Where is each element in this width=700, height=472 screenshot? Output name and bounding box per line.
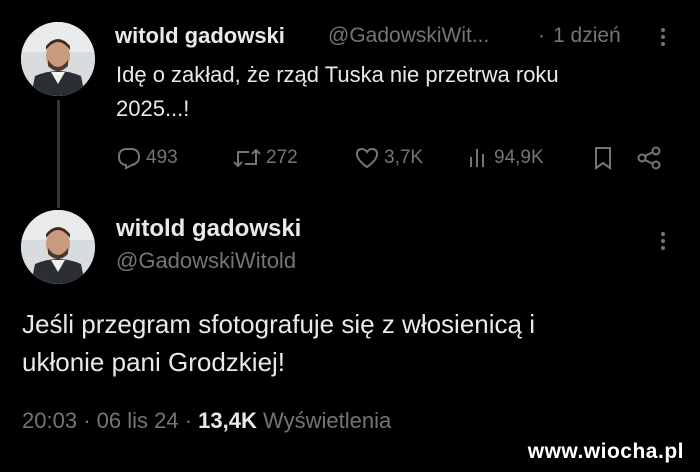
watermark: www.wiocha.pl: [527, 440, 684, 463]
views-count: 13,4K: [198, 408, 257, 433]
retweet-icon: [233, 148, 261, 168]
retweet-count: 272: [266, 147, 298, 168]
author-name[interactable]: witold gadowski: [116, 215, 301, 243]
separator: ·: [538, 24, 545, 47]
views-button[interactable]: 94,9K: [468, 146, 544, 170]
tweet-text-line: Idę o zakład, że rząd Tuska nie przetrwa…: [116, 62, 559, 87]
like-count: 3,7K: [384, 147, 424, 168]
views-label: Wyświetlenia: [263, 408, 392, 433]
views-icon: [470, 149, 484, 167]
tweet-meta: 20:03 · 06 lis 24 · 13,4K Wyświetlenia: [22, 408, 391, 434]
share-icon: [637, 146, 661, 170]
like-button[interactable]: 3,7K: [354, 146, 423, 170]
reply-icon: [117, 148, 141, 170]
tweet-text-line: Jeśli przegram sfotografuje się z włosie…: [22, 309, 535, 339]
tweet-text-line: ukłonie pani Grodzkiej!: [22, 347, 286, 377]
views-count: 94,9K: [494, 147, 544, 168]
tweet-time[interactable]: 1 dzień: [553, 24, 621, 48]
author-handle[interactable]: @GadowskiWit...: [328, 24, 489, 48]
like-icon: [355, 147, 379, 169]
more-icon[interactable]: [660, 232, 666, 253]
author-handle[interactable]: @GadowskiWitold: [116, 248, 296, 274]
author-name[interactable]: witold gadowski: [115, 23, 285, 49]
retweet-button[interactable]: 272: [232, 146, 298, 170]
tweet-text-line: 2025...!: [116, 96, 190, 121]
reply-count: 493: [146, 147, 178, 168]
separator: ·: [83, 408, 91, 433]
bookmark-button[interactable]: [592, 146, 614, 170]
share-button[interactable]: [636, 146, 662, 170]
tweet-date[interactable]: 06 lis 24: [97, 408, 179, 433]
reply-button[interactable]: 493: [116, 146, 178, 170]
bookmark-icon: [595, 147, 611, 170]
thread-line: [57, 100, 60, 208]
tweet-time[interactable]: 20:03: [22, 408, 77, 433]
more-icon[interactable]: [660, 28, 666, 49]
avatar[interactable]: [21, 210, 95, 284]
separator: ·: [184, 408, 193, 433]
avatar[interactable]: [21, 22, 95, 96]
